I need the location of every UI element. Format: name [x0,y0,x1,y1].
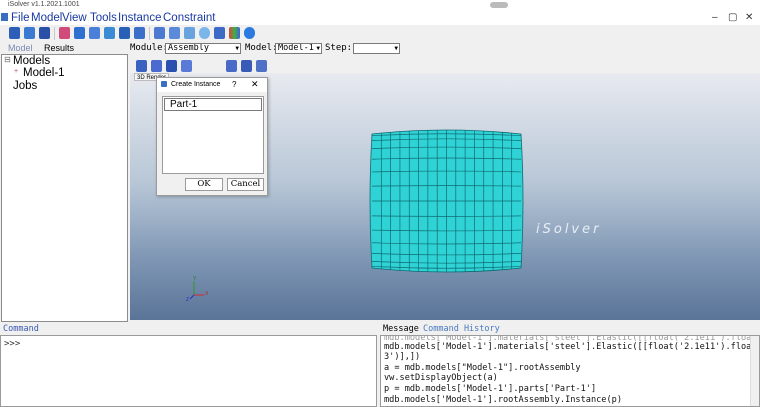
cube-dark-icon[interactable] [134,27,145,39]
tree-collapse-icon[interactable]: ⊟ [4,55,11,64]
tree-item-model-1[interactable]: Model-1 [23,67,65,80]
open-folder-icon[interactable] [24,27,35,39]
tree-item-jobs[interactable]: Jobs [13,80,37,93]
title-decoration [490,2,508,8]
command-input-area[interactable]: >>> [0,335,377,407]
menu-instance[interactable]: Instance [118,11,161,25]
pan-icon[interactable] [136,60,147,72]
toolbar-separator [149,27,150,40]
model-select[interactable]: Model-1 ▼ [275,43,322,54]
message-line: 3')],]) [384,352,421,362]
model-label: Model: [245,43,278,53]
menu-bar: File Model View Tools Instance Constrain… [0,11,760,25]
view-iso-icon[interactable] [226,60,237,72]
select-icon[interactable] [214,27,225,39]
info-icon[interactable] [244,27,255,39]
axis-x-label: X [205,291,209,297]
surface-icon[interactable] [184,27,195,39]
view-side-icon[interactable] [256,60,267,72]
module-select[interactable]: Assembly ▼ [165,43,241,54]
menu-tools[interactable]: Tools [90,11,117,25]
close-button[interactable]: ✕ [745,12,753,24]
view-front-icon[interactable] [241,60,252,72]
axis-z-label: Z [186,297,190,303]
message-line: a = mdb.models["Model-1"].rootAssembly [384,363,581,373]
dialog-app-icon [161,81,167,87]
create-instance-dialog: Create Instance ? ✕ Part-1 OK Cancel [156,77,268,196]
tab-model[interactable]: Model [8,43,33,54]
message-line: p = mdb.models['Model-1'].parts['Part-1'… [384,384,597,394]
message-panel: mdb.models['Model-1'].materials['steel']… [380,335,760,407]
model-tree: ⊟ Models + Model-1 Jobs [1,54,128,322]
axis-z-line [189,294,195,300]
module-select-value: Assembly [168,43,209,53]
axis-y-label: Y [193,276,197,282]
part-icon[interactable] [59,27,70,39]
solid-icon[interactable] [89,27,100,39]
sphere-icon[interactable] [199,27,210,39]
module-label: Module: [130,43,168,53]
tab-results[interactable]: Results [44,43,74,54]
maximize-button[interactable]: ▢ [728,12,737,24]
assembly-icon[interactable] [119,27,130,39]
message-scrollbar[interactable] [750,336,759,406]
command-prompt: >>> [4,339,21,349]
save-icon[interactable] [39,27,50,39]
new-file-icon[interactable] [9,27,20,39]
color-map-icon[interactable] [229,27,240,39]
dialog-help-button[interactable]: ? [232,80,236,89]
dialog-title-bar[interactable]: Create Instance ? ✕ [157,78,267,92]
bars-icon[interactable] [154,27,165,39]
part-list-item[interactable]: Part-1 [164,98,262,111]
minimize-button[interactable]: – [712,12,718,24]
cube-icon[interactable] [74,27,85,39]
axis-triad [189,281,204,300]
menu-constraint[interactable]: Constraint [163,11,215,25]
tab-command-history[interactable]: Command History [423,324,500,334]
tree-expand-icon[interactable]: + [14,68,18,75]
dialog-title: Create Instance [171,81,221,88]
chevron-down-icon: ▼ [235,45,239,52]
message-line: vw.setDisplayObject(a) [384,373,498,383]
layers-icon[interactable] [169,27,180,39]
message-line: mdb.models['Model-1'].rootAssembly.Insta… [384,395,622,405]
title-bar: iSolver v1.1.2021.1001 [0,0,760,11]
tab-message[interactable]: Message [383,324,419,334]
rotate-icon[interactable] [151,60,162,72]
part-list[interactable]: Part-1 [162,96,264,174]
main-toolbar [0,25,760,43]
app-icon [1,13,8,21]
mesh-cube-icon[interactable] [104,27,115,39]
step-label: Step: [325,43,353,53]
toolbar-separator [54,27,55,40]
command-panel-title: Command [3,324,39,334]
menu-view[interactable]: View [62,11,87,25]
message-line: mdb.models['Model-1'].materials['steel']… [384,342,760,352]
chevron-down-icon: ▼ [394,45,398,52]
step-select[interactable]: ▼ [353,43,400,54]
cylinder-mesh [369,129,524,273]
menu-file[interactable]: File [11,11,30,25]
ok-button[interactable]: OK [185,178,223,191]
cancel-button[interactable]: Cancel [227,178,264,191]
isolver-watermark: iSolver [536,222,602,237]
chevron-down-icon: ▼ [316,45,320,52]
menu-model[interactable]: Model [31,11,62,25]
zoom-icon[interactable] [181,60,192,72]
window-title: iSolver v1.1.2021.1001 [8,1,80,8]
dialog-close-button[interactable]: ✕ [251,79,259,90]
model-select-value: Model-1 [278,43,314,53]
fit-view-icon[interactable] [166,60,177,72]
